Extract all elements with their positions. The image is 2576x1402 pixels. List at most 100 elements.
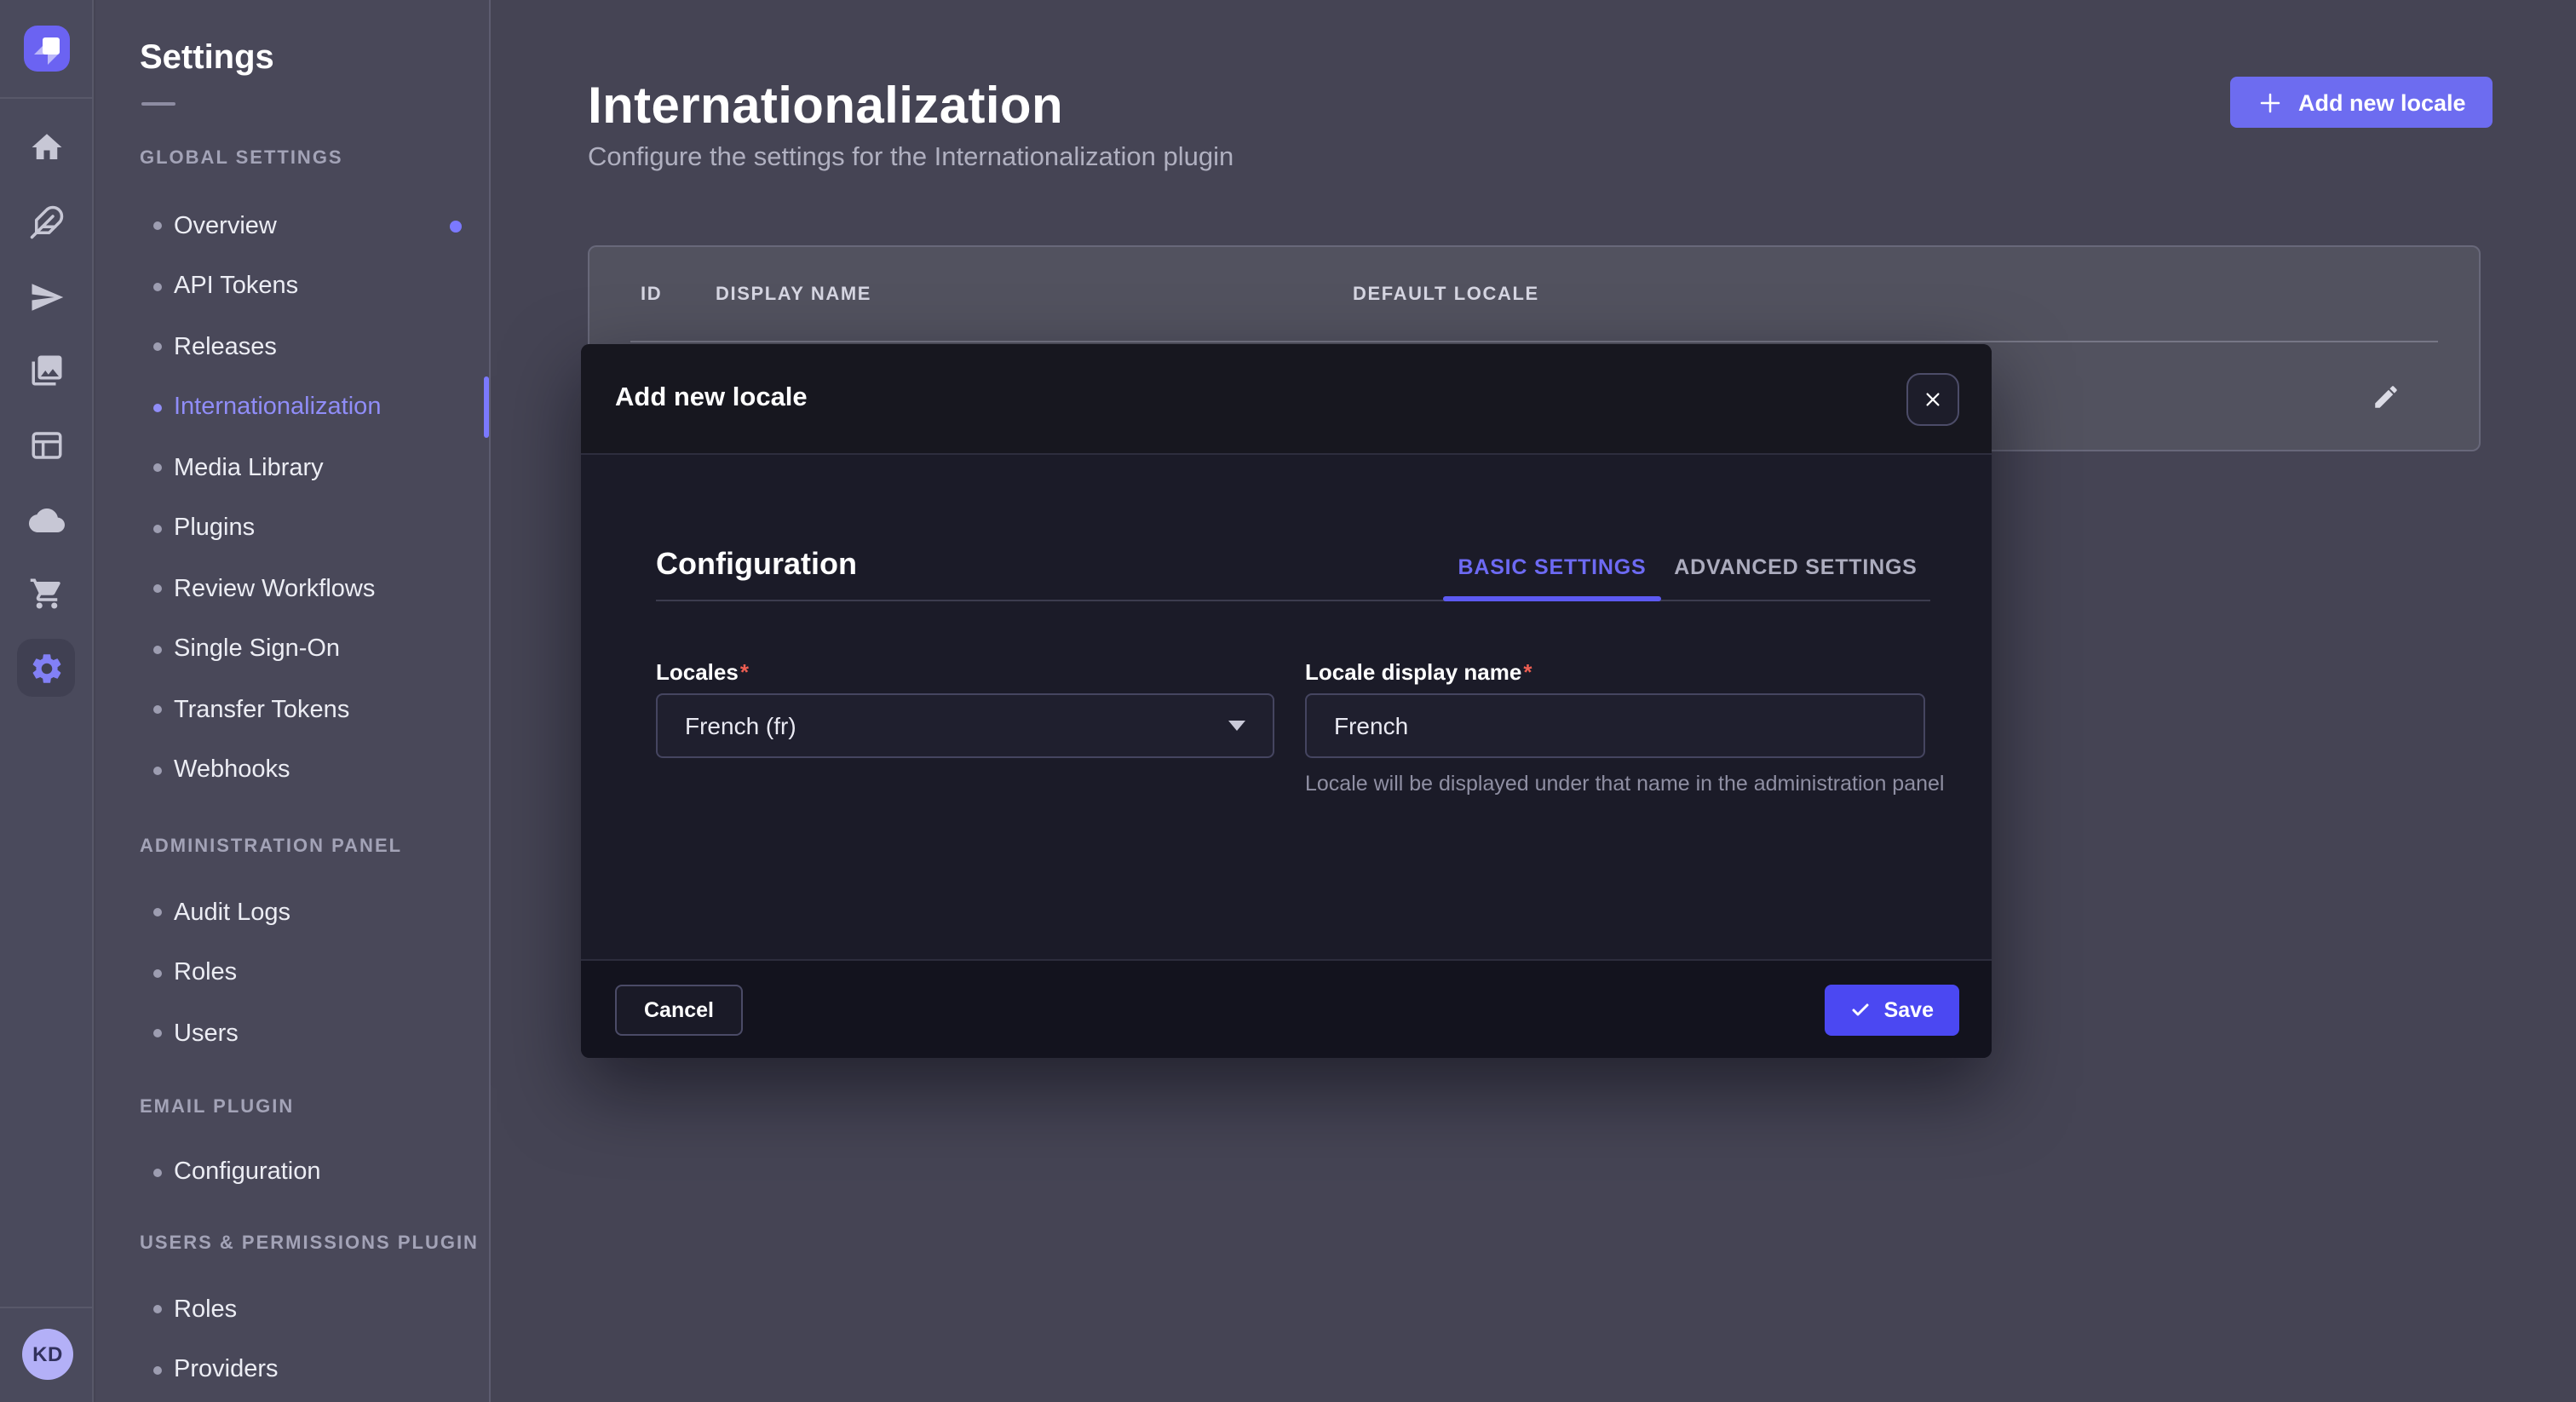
display-name-input[interactable] [1305,693,1925,758]
tab-basic-settings[interactable]: BASIC SETTINGS [1443,535,1661,598]
sidebar-title-underline [141,102,175,106]
sidebar-item-label: Audit Logs [174,899,290,927]
sidebar-item-users[interactable]: Users [95,1003,489,1064]
sidebar-item-label: Configuration [174,1159,321,1187]
sidebar-item-label: Plugins [174,515,255,543]
sidebar-item-overview[interactable]: Overview [95,196,489,256]
section-label-administration-panel: ADMINISTRATION PANEL [140,835,489,859]
bullet-icon [153,343,162,352]
notification-dot-icon [450,221,462,233]
sidebar-item-label: Users [174,1020,239,1048]
sidebar-item-api-tokens[interactable]: API Tokens [95,256,489,317]
sidebar-item-audit-logs[interactable]: Audit Logs [95,882,489,943]
sidebar-item-webhooks[interactable]: Webhooks [95,740,489,801]
logo-shape [43,37,60,55]
media-library-icon[interactable] [17,341,75,399]
required-asterisk: * [1523,659,1532,685]
tab-advanced-settings[interactable]: ADVANCED SETTINGS [1661,535,1930,598]
bullet-icon [153,1366,162,1375]
selected-locale-value: French (fr) [685,712,1228,739]
sidebar-item-label: Media Library [174,455,324,482]
label-text: Locale display name [1305,659,1521,685]
modal-header: Add new locale [581,344,1992,455]
bullet-icon [153,909,162,917]
sidebar-item-label: Overview [174,213,277,240]
sidebar-item-internationalization[interactable]: Internationalization [95,377,489,438]
bullet-icon [153,525,162,533]
sidebar-item-label: Roles [174,1296,237,1324]
column-header-id: ID [589,284,716,304]
sidebar-item-up-roles[interactable]: Roles [95,1279,489,1340]
sidebar-item-review-workflows[interactable]: Review Workflows [95,559,489,619]
save-button[interactable]: Save [1825,985,1959,1036]
logo-shape [48,53,60,65]
modal-footer: Cancel Save [581,959,1992,1058]
cart-icon[interactable] [17,564,75,622]
sidebar-item-label: Transfer Tokens [174,697,349,724]
bullet-icon [153,1306,162,1314]
settings-sidebar: Settings GLOBAL SETTINGS Overview API To… [95,0,491,1402]
section-label-email-plugin: EMAIL PLUGIN [140,1095,489,1118]
user-avatar[interactable]: KD [22,1329,73,1380]
sidebar-item-label: Webhooks [174,757,290,784]
sidebar-item-media-library[interactable]: Media Library [95,438,489,498]
bullet-icon [153,646,162,654]
bullet-icon [153,464,162,473]
column-header-display-name: DISPLAY NAME [716,284,1353,304]
chevron-down-icon [1228,721,1245,731]
bullet-icon [153,585,162,594]
feather-icon[interactable] [17,192,75,250]
bullet-icon [153,404,162,412]
section-label-global-settings: GLOBAL SETTINGS [140,147,489,170]
bullet-icon [153,969,162,978]
table-header-row: ID DISPLAY NAME DEFAULT LOCALE [589,247,2479,341]
sidebar-item-label: Internationalization [174,394,381,422]
locales-select[interactable]: French (fr) [656,693,1274,758]
bullet-icon [153,767,162,775]
sidebar-item-label: Roles [174,960,237,987]
sidebar-item-email-configuration[interactable]: Configuration [95,1142,489,1203]
locales-label: Locales* [656,659,749,685]
section-label-users-permissions-plugin: USERS & PERMISSIONS PLUGIN [140,1232,489,1255]
sidebar-item-label: Providers [174,1357,279,1384]
sidebar-item-admin-roles[interactable]: Roles [95,943,489,1003]
sidebar-item-label: Review Workflows [174,576,375,603]
column-header-default-locale: DEFAULT LOCALE [1353,284,2479,304]
strapi-logo[interactable] [24,26,70,72]
sidebar-item-single-sign-on[interactable]: Single Sign-On [95,619,489,680]
active-tab-underline [1443,596,1661,601]
home-icon[interactable] [17,118,75,175]
close-button[interactable] [1906,373,1959,426]
tabs-divider [656,600,1930,601]
sidebar-item-providers[interactable]: Providers [95,1340,489,1400]
settings-gear-icon[interactable] [17,639,75,697]
cloud-icon[interactable] [17,491,75,549]
add-new-locale-button[interactable]: Add new locale [2230,77,2493,128]
check-icon [1850,1000,1871,1020]
sidebar-item-transfer-tokens[interactable]: Transfer Tokens [95,680,489,740]
page-subtitle: Configure the settings for the Internati… [588,143,1233,174]
active-indicator-bar [484,377,489,439]
sidebar-title: Settings [140,39,274,78]
app-window: KD Settings GLOBAL SETTINGS Overview API… [0,0,2576,1402]
edit-locale-button[interactable] [2372,382,2401,411]
configuration-heading: Configuration [656,547,857,583]
label-text: Locales [656,659,739,685]
sidebar-item-label: Single Sign-On [174,636,340,664]
bullet-icon [153,1169,162,1177]
bullet-icon [153,222,162,231]
required-asterisk: * [740,659,749,685]
cancel-button[interactable]: Cancel [615,985,743,1036]
sidebar-item-releases[interactable]: Releases [95,317,489,377]
add-locale-modal: Add new locale Configuration BASIC SETTI… [581,344,1992,1058]
modal-title: Add new locale [615,383,808,414]
pencil-icon [2372,382,2401,411]
bullet-icon [153,1030,162,1038]
layout-icon[interactable] [17,416,75,474]
sidebar-item-plugins[interactable]: Plugins [95,498,489,559]
sidebar-sections: GLOBAL SETTINGS Overview API Tokens Rele… [95,136,489,1400]
display-name-hint: Locale will be displayed under that name… [1305,770,1956,799]
sidebar-item-label: API Tokens [174,273,298,301]
bullet-icon [153,283,162,291]
paper-plane-icon[interactable] [17,267,75,325]
